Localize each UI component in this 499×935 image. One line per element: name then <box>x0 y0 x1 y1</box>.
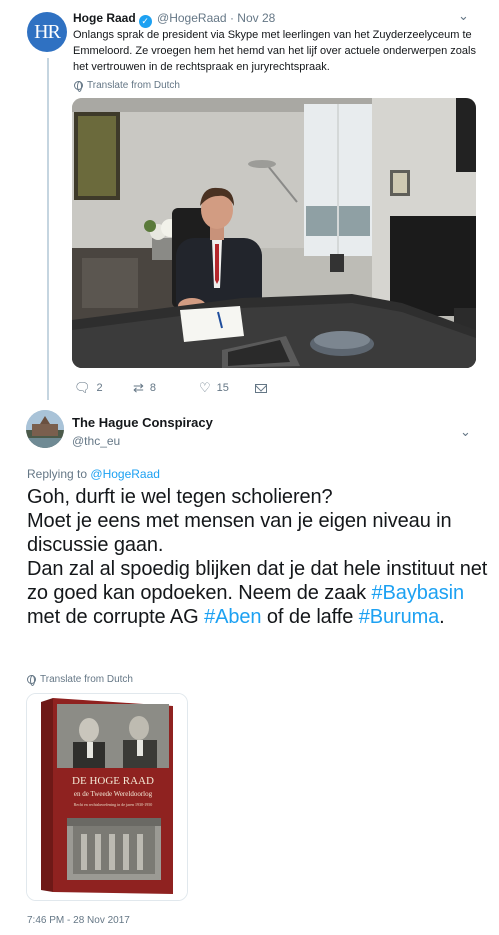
tweet-header: Hoge Raad ✓ @HogeRaad · Nov 28 <box>73 10 275 28</box>
tweet-photo[interactable]: DE HOGE RAAD en de Tweede Wereldoorlog R… <box>26 693 188 901</box>
like-count: 15 <box>216 382 229 394</box>
tweet-text-segment: met de corrupte AG <box>27 606 205 628</box>
book-title-line1: DE HOGE RAAD <box>72 775 154 787</box>
hashtag-link[interactable]: #Aben <box>204 606 261 628</box>
retweet-icon: ⇄ <box>133 380 144 395</box>
tweet-text-segment: of de laffe <box>261 606 359 628</box>
tweet-text: Goh, durft ie wel tegen scholieren? Moet… <box>27 485 492 629</box>
avatar[interactable]: HR <box>27 12 67 52</box>
tweet-text-line: Goh, durft ie wel tegen scholieren? <box>27 486 333 508</box>
book-cover-image: DE HOGE RAAD en de Tweede Wereldoorlog R… <box>27 694 187 900</box>
tweet-photo[interactable] <box>72 98 476 368</box>
translate-label: Translate from Dutch <box>40 674 133 685</box>
reply-button[interactable]: 🗨︎ 2 <box>74 380 133 396</box>
avatar[interactable] <box>26 410 64 448</box>
replying-to-label: Replying to <box>27 467 88 481</box>
book-subtitle: Recht en rechtsbeoefening in de jaren 19… <box>74 802 153 807</box>
tweet-text-segment: . <box>439 606 445 628</box>
tweet-text-paragraph: Dan zal al spoedig blijken dat je dat he… <box>27 557 492 629</box>
globe-icon <box>27 675 36 686</box>
book-title-line2: en de Tweede Wereldoorlog <box>74 790 153 798</box>
avatar-initials: HR <box>34 20 61 43</box>
reply-count: 2 <box>96 382 103 394</box>
author-handle[interactable]: @HogeRaad <box>157 11 227 25</box>
replying-to: Replying to @HogeRaad <box>27 467 160 481</box>
tweet-actions: 🗨︎ 2 ⇄ 8 ♡ 15 <box>74 380 267 396</box>
retweet-count: 8 <box>149 382 157 394</box>
author-name[interactable]: The Hague Conspiracy <box>72 415 213 430</box>
tweet-full-timestamp[interactable]: 7:46 PM - 28 Nov 2017 <box>27 915 130 926</box>
hashtag-link[interactable]: #Buruma <box>359 606 440 628</box>
tweet-timestamp[interactable]: Nov 28 <box>237 11 275 25</box>
heart-icon: ♡ <box>199 380 211 395</box>
globe-icon <box>74 81 83 92</box>
translate-link[interactable]: Translate from Dutch <box>74 80 180 92</box>
hashtag-link[interactable]: #Baybasin <box>372 582 465 604</box>
tweet-text: Onlangs sprak de president via Skype met… <box>73 29 476 73</box>
retweet-button[interactable]: ⇄ 8 <box>133 380 199 396</box>
translate-link[interactable]: Translate from Dutch <box>27 674 133 686</box>
envelope-icon <box>255 383 267 393</box>
author-name[interactable]: Hoge Raad <box>73 11 136 25</box>
separator-dot: · <box>229 11 234 25</box>
author-handle[interactable]: @thc_eu <box>72 434 120 448</box>
translate-label: Translate from Dutch <box>87 80 180 91</box>
thread-connector-line <box>47 58 49 400</box>
building-avatar-image <box>26 410 64 448</box>
direct-message-button[interactable] <box>255 383 267 393</box>
office-meeting-photo <box>72 98 476 368</box>
like-button[interactable]: ♡ 15 <box>199 380 255 396</box>
tweet-text-line: Moet je eens met mensen van je eigen niv… <box>27 510 452 556</box>
reply-icon: 🗨︎ <box>74 380 91 395</box>
replying-to-handle-link[interactable]: @HogeRaad <box>90 467 160 481</box>
chevron-down-icon[interactable]: ⌄ <box>458 8 469 24</box>
chevron-down-icon[interactable]: ⌄ <box>460 424 471 440</box>
